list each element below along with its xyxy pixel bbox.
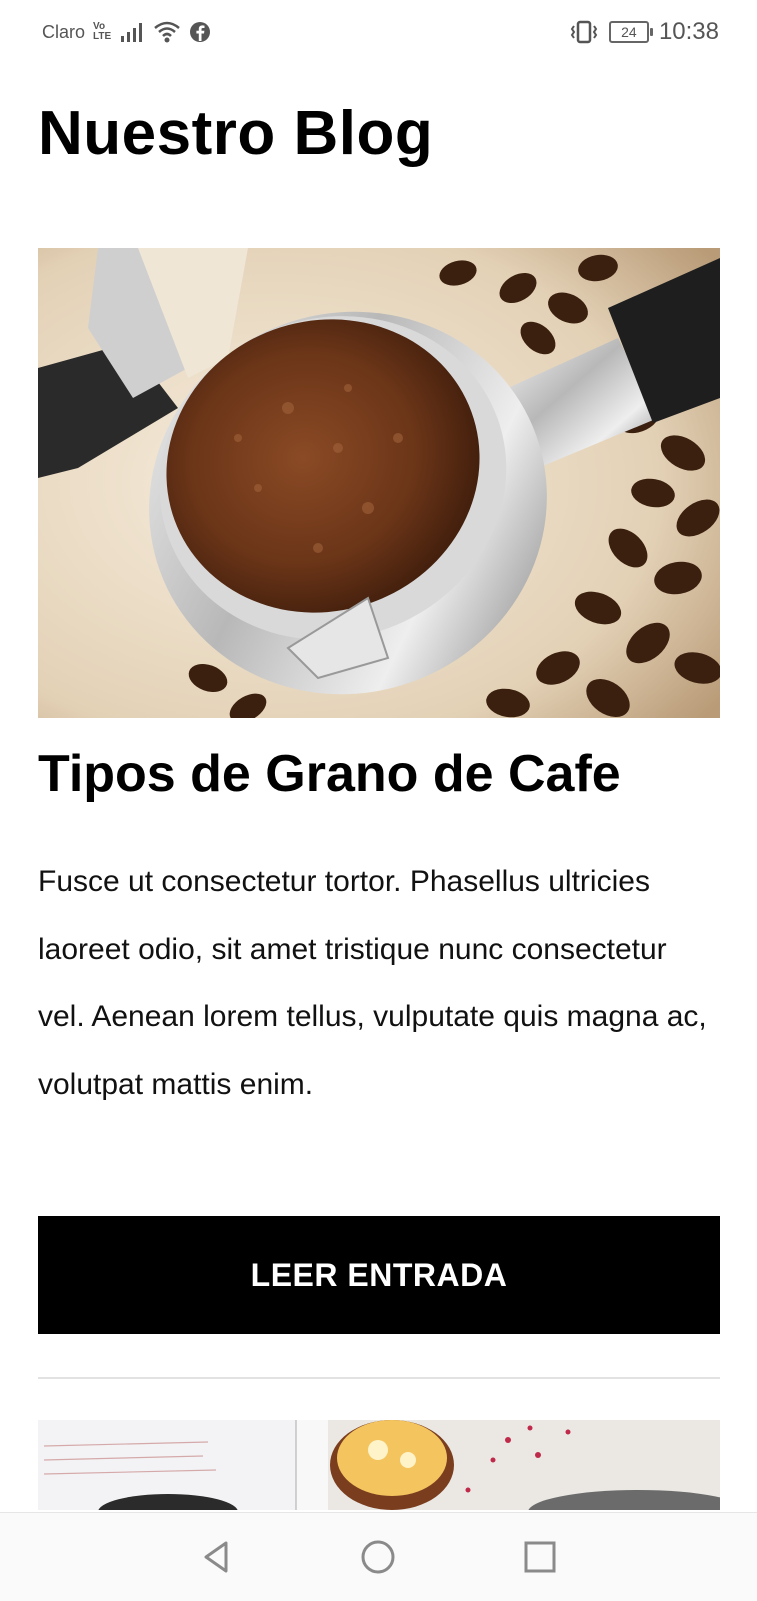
clock: 10:38 <box>658 18 719 45</box>
status-left: Claro Vo LTE <box>42 20 211 44</box>
home-icon[interactable] <box>354 1533 402 1581</box>
recents-icon[interactable] <box>516 1533 564 1581</box>
battery-indicator: 24 <box>608 21 653 43</box>
post-excerpt: Fusce ut consectetur tortor. Phasellus u… <box>38 865 707 1101</box>
volte-indicator: Vo LTE <box>93 22 111 42</box>
volte-bottom: LTE <box>93 31 112 42</box>
post-title[interactable]: Tipos de Grano de Cafe <box>38 744 621 804</box>
vibrate-icon <box>570 20 598 44</box>
cupcake-image <box>38 1420 720 1510</box>
coffee-image <box>38 248 720 718</box>
back-icon[interactable] <box>192 1533 240 1581</box>
status-bar: Claro Vo LTE 24 10:38 <box>0 0 757 64</box>
signal-icon <box>121 23 143 42</box>
read-post-button[interactable]: LEER ENTRADA <box>38 1216 720 1334</box>
divider <box>38 1377 720 1379</box>
navigation-bar <box>0 1512 757 1601</box>
carrier-label: Claro <box>42 21 86 42</box>
facebook-icon <box>190 22 211 42</box>
wifi-icon <box>154 21 180 43</box>
page-title: Nuestro Blog <box>38 99 434 168</box>
status-right: 24 10:38 <box>569 18 719 46</box>
post-image-2[interactable] <box>38 1420 720 1510</box>
post-image[interactable] <box>38 248 720 718</box>
